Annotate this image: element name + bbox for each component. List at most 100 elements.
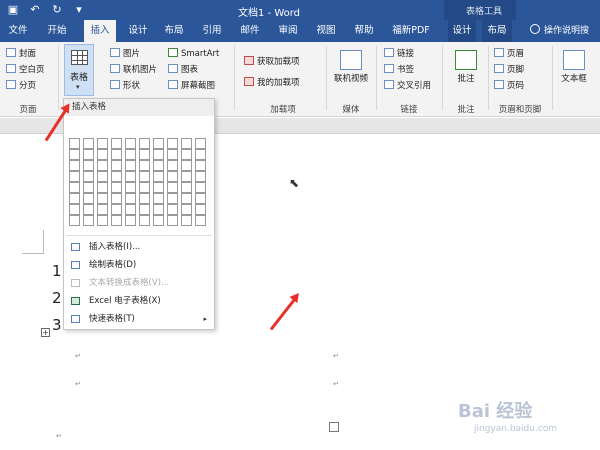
table-move-handle-icon[interactable]: +: [41, 328, 50, 337]
page-number-button[interactable]: 页码: [494, 80, 524, 93]
grid-cell[interactable]: [167, 204, 178, 215]
grid-cell[interactable]: [111, 204, 122, 215]
grid-cell[interactable]: [69, 182, 80, 193]
grid-cell[interactable]: [153, 138, 164, 149]
comment-button[interactable]: 批注: [450, 50, 482, 84]
grid-cell[interactable]: [139, 138, 150, 149]
grid-cell[interactable]: [97, 215, 108, 226]
grid-cell[interactable]: [139, 204, 150, 215]
grid-cell[interactable]: [167, 138, 178, 149]
grid-cell[interactable]: [69, 171, 80, 182]
tab-table-layout[interactable]: 布局: [482, 20, 512, 42]
grid-cell[interactable]: [111, 171, 122, 182]
tab-insert[interactable]: 插入: [84, 20, 116, 42]
grid-cell[interactable]: [125, 193, 136, 204]
grid-cell[interactable]: [195, 215, 206, 226]
tab-view[interactable]: 视图: [312, 20, 340, 42]
grid-cell[interactable]: [139, 149, 150, 160]
grid-cell[interactable]: [195, 149, 206, 160]
grid-cell[interactable]: [195, 182, 206, 193]
grid-cell[interactable]: [167, 149, 178, 160]
shapes-button[interactable]: 形状: [110, 80, 140, 93]
grid-cell[interactable]: [195, 160, 206, 171]
my-addins-button[interactable]: 我的加载项: [244, 77, 300, 90]
tab-file[interactable]: 文件: [4, 20, 32, 42]
grid-cell[interactable]: [97, 149, 108, 160]
online-pictures-button[interactable]: 联机图片: [110, 64, 157, 77]
grid-cell[interactable]: [97, 193, 108, 204]
grid-cell[interactable]: [153, 204, 164, 215]
grid-cell[interactable]: [69, 204, 80, 215]
grid-cell[interactable]: [125, 160, 136, 171]
grid-cell[interactable]: [97, 182, 108, 193]
grid-cell[interactable]: [181, 204, 192, 215]
grid-cell[interactable]: [167, 215, 178, 226]
grid-cell[interactable]: [111, 138, 122, 149]
grid-cell[interactable]: [153, 182, 164, 193]
grid-cell[interactable]: [167, 182, 178, 193]
cover-page-button[interactable]: 封面: [6, 48, 36, 61]
text-box-button[interactable]: 文本框: [556, 50, 592, 84]
tell-me-search[interactable]: 操作说明搜: [530, 20, 589, 42]
grid-cell[interactable]: [167, 193, 178, 204]
grid-cell[interactable]: [69, 149, 80, 160]
insert-table-button[interactable]: 表格 ▾: [64, 44, 94, 96]
cross-reference-button[interactable]: 交叉引用: [384, 80, 431, 93]
tab-mailings[interactable]: 邮件: [236, 20, 264, 42]
grid-cell[interactable]: [69, 215, 80, 226]
grid-cell[interactable]: [195, 138, 206, 149]
tab-design[interactable]: 设计: [124, 20, 152, 42]
grid-cell[interactable]: [111, 160, 122, 171]
redo-icon[interactable]: ↻: [50, 3, 64, 16]
excel-spreadsheet-menu-item[interactable]: Excel 电子表格(X): [65, 293, 213, 309]
grid-cell[interactable]: [83, 160, 94, 171]
online-video-button[interactable]: 联机视频: [330, 50, 372, 84]
grid-cell[interactable]: [139, 171, 150, 182]
grid-cell[interactable]: [181, 138, 192, 149]
grid-cell[interactable]: [111, 149, 122, 160]
grid-cell[interactable]: [167, 171, 178, 182]
grid-cell[interactable]: [181, 193, 192, 204]
grid-cell[interactable]: [195, 171, 206, 182]
grid-cell[interactable]: [153, 215, 164, 226]
tab-home[interactable]: 开始: [42, 20, 72, 42]
tab-layout[interactable]: 布局: [160, 20, 188, 42]
grid-cell[interactable]: [167, 160, 178, 171]
grid-cell[interactable]: [195, 204, 206, 215]
grid-cell[interactable]: [153, 171, 164, 182]
grid-cell[interactable]: [181, 215, 192, 226]
tab-review[interactable]: 审阅: [274, 20, 302, 42]
undo-icon[interactable]: ↶: [28, 3, 42, 16]
grid-cell[interactable]: [153, 160, 164, 171]
grid-cell[interactable]: [139, 193, 150, 204]
grid-cell[interactable]: [69, 193, 80, 204]
grid-cell[interactable]: [153, 149, 164, 160]
grid-cell[interactable]: [111, 215, 122, 226]
grid-cell[interactable]: [83, 182, 94, 193]
tab-references[interactable]: 引用: [198, 20, 226, 42]
grid-cell[interactable]: [181, 182, 192, 193]
grid-cell[interactable]: [153, 193, 164, 204]
grid-cell[interactable]: [125, 182, 136, 193]
draw-table-menu-item[interactable]: 绘制表格(D): [65, 257, 213, 273]
grid-cell[interactable]: [69, 160, 80, 171]
page-break-button[interactable]: 分页: [6, 80, 36, 93]
grid-cell[interactable]: [125, 138, 136, 149]
tab-help[interactable]: 帮助: [350, 20, 378, 42]
grid-cell[interactable]: [181, 149, 192, 160]
grid-cell[interactable]: [83, 171, 94, 182]
tab-table-design[interactable]: 设计: [448, 20, 476, 42]
grid-cell[interactable]: [195, 193, 206, 204]
grid-cell[interactable]: [111, 182, 122, 193]
grid-cell[interactable]: [125, 171, 136, 182]
footer-button[interactable]: 页脚: [494, 64, 524, 77]
save-icon[interactable]: ▣: [6, 3, 20, 16]
bookmark-button[interactable]: 书签: [384, 64, 414, 77]
grid-cell[interactable]: [83, 138, 94, 149]
grid-cell[interactable]: [83, 193, 94, 204]
grid-cell[interactable]: [139, 182, 150, 193]
link-button[interactable]: 链接: [384, 48, 414, 61]
grid-cell[interactable]: [83, 149, 94, 160]
screenshot-button[interactable]: 屏幕截图: [168, 80, 215, 93]
pictures-button[interactable]: 图片: [110, 48, 140, 61]
